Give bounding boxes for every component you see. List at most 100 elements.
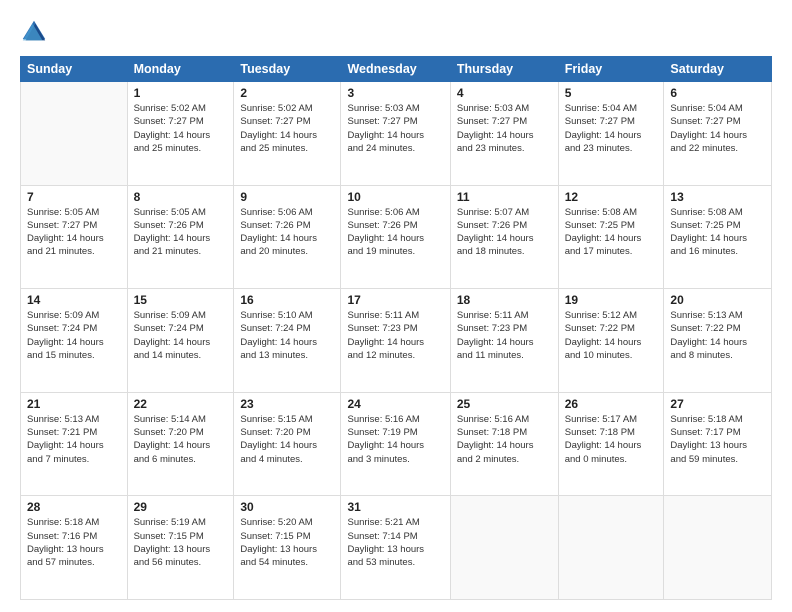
- day-number: 14: [27, 293, 121, 307]
- day-number: 5: [565, 86, 658, 100]
- day-number: 26: [565, 397, 658, 411]
- day-cell: 1Sunrise: 5:02 AM Sunset: 7:27 PM Daylig…: [127, 82, 234, 186]
- day-info: Sunrise: 5:04 AM Sunset: 7:27 PM Dayligh…: [565, 102, 658, 155]
- day-info: Sunrise: 5:21 AM Sunset: 7:14 PM Dayligh…: [347, 516, 443, 569]
- day-cell: 31Sunrise: 5:21 AM Sunset: 7:14 PM Dayli…: [341, 496, 450, 600]
- day-info: Sunrise: 5:02 AM Sunset: 7:27 PM Dayligh…: [240, 102, 334, 155]
- day-cell: 20 Sunrise: 5:13 AM Sunset: 7:22 PM Dayli…: [664, 289, 772, 393]
- day-cell: 18 Sunrise: 5:11 AM Sunset: 7:23 PM Dayli…: [450, 289, 558, 393]
- page: SundayMondayTuesdayWednesdayThursdayFrid…: [0, 0, 792, 612]
- day-cell: 23 Sunrise: 5:15 AM Sunset: 7:20 PM Dayli…: [234, 392, 341, 496]
- day-cell: 30 Sunrise: 5:20 AM Sunset: 7:15 PM Dayli…: [234, 496, 341, 600]
- day-number: 4: [457, 86, 552, 100]
- day-cell: 28 Sunrise: 5:18 AM Sunset: 7:16 PM Dayli…: [21, 496, 128, 600]
- weekday-header-monday: Monday: [127, 57, 234, 82]
- day-number: 30: [240, 500, 334, 514]
- day-cell: 7 Sunrise: 5:05 AM Sunset: 7:27 PM Daylig…: [21, 185, 128, 289]
- day-info: Sunrise: 5:13 AM Sunset: 7:22 PM Dayligh…: [670, 309, 765, 362]
- day-info: Sunrise: 5:14 AM Sunset: 7:20 PM Dayligh…: [134, 413, 228, 466]
- day-info: Sunrise: 5:03 AM Sunset: 7:27 PM Dayligh…: [457, 102, 552, 155]
- day-info: Sunrise: 5:09 AM Sunset: 7:24 PM Dayligh…: [134, 309, 228, 362]
- header: [20, 18, 772, 46]
- day-cell: 26 Sunrise: 5:17 AM Sunset: 7:18 PM Dayli…: [558, 392, 664, 496]
- day-info: Sunrise: 5:20 AM Sunset: 7:15 PM Dayligh…: [240, 516, 334, 569]
- day-number: 7: [27, 190, 121, 204]
- weekday-header-sunday: Sunday: [21, 57, 128, 82]
- day-cell: 3 Sunrise: 5:03 AM Sunset: 7:27 PM Daylig…: [341, 82, 450, 186]
- day-info: Sunrise: 5:06 AM Sunset: 7:26 PM Dayligh…: [347, 206, 443, 259]
- week-row-4: 21Sunrise: 5:13 AM Sunset: 7:21 PM Dayli…: [21, 392, 772, 496]
- day-number: 16: [240, 293, 334, 307]
- day-info: Sunrise: 5:16 AM Sunset: 7:18 PM Dayligh…: [457, 413, 552, 466]
- day-number: 3: [347, 86, 443, 100]
- day-info: Sunrise: 5:11 AM Sunset: 7:23 PM Dayligh…: [347, 309, 443, 362]
- day-info: Sunrise: 5:08 AM Sunset: 7:25 PM Dayligh…: [565, 206, 658, 259]
- day-number: 17: [347, 293, 443, 307]
- weekday-header-thursday: Thursday: [450, 57, 558, 82]
- day-number: 8: [134, 190, 228, 204]
- day-cell: 4 Sunrise: 5:03 AM Sunset: 7:27 PM Daylig…: [450, 82, 558, 186]
- logo-icon: [20, 18, 48, 46]
- day-number: 11: [457, 190, 552, 204]
- day-info: Sunrise: 5:03 AM Sunset: 7:27 PM Dayligh…: [347, 102, 443, 155]
- weekday-header-saturday: Saturday: [664, 57, 772, 82]
- calendar-table: SundayMondayTuesdayWednesdayThursdayFrid…: [20, 56, 772, 600]
- day-cell: 2 Sunrise: 5:02 AM Sunset: 7:27 PM Daylig…: [234, 82, 341, 186]
- day-cell: 22Sunrise: 5:14 AM Sunset: 7:20 PM Dayli…: [127, 392, 234, 496]
- day-cell: 14 Sunrise: 5:09 AM Sunset: 7:24 PM Dayli…: [21, 289, 128, 393]
- day-number: 27: [670, 397, 765, 411]
- day-cell: 10 Sunrise: 5:06 AM Sunset: 7:26 PM Dayli…: [341, 185, 450, 289]
- week-row-2: 7 Sunrise: 5:05 AM Sunset: 7:27 PM Daylig…: [21, 185, 772, 289]
- weekday-header-row: SundayMondayTuesdayWednesdayThursdayFrid…: [21, 57, 772, 82]
- day-cell: 19 Sunrise: 5:12 AM Sunset: 7:22 PM Dayli…: [558, 289, 664, 393]
- day-info: Sunrise: 5:08 AM Sunset: 7:25 PM Dayligh…: [670, 206, 765, 259]
- day-number: 28: [27, 500, 121, 514]
- weekday-header-tuesday: Tuesday: [234, 57, 341, 82]
- day-info: Sunrise: 5:12 AM Sunset: 7:22 PM Dayligh…: [565, 309, 658, 362]
- day-number: 21: [27, 397, 121, 411]
- logo: [20, 18, 52, 46]
- weekday-header-friday: Friday: [558, 57, 664, 82]
- day-number: 2: [240, 86, 334, 100]
- day-cell: [558, 496, 664, 600]
- day-number: 9: [240, 190, 334, 204]
- day-number: 12: [565, 190, 658, 204]
- day-cell: 12 Sunrise: 5:08 AM Sunset: 7:25 PM Dayli…: [558, 185, 664, 289]
- day-number: 25: [457, 397, 552, 411]
- day-info: Sunrise: 5:15 AM Sunset: 7:20 PM Dayligh…: [240, 413, 334, 466]
- day-cell: 16Sunrise: 5:10 AM Sunset: 7:24 PM Dayli…: [234, 289, 341, 393]
- day-cell: 5 Sunrise: 5:04 AM Sunset: 7:27 PM Daylig…: [558, 82, 664, 186]
- day-cell: 13Sunrise: 5:08 AM Sunset: 7:25 PM Dayli…: [664, 185, 772, 289]
- day-info: Sunrise: 5:06 AM Sunset: 7:26 PM Dayligh…: [240, 206, 334, 259]
- day-info: Sunrise: 5:18 AM Sunset: 7:16 PM Dayligh…: [27, 516, 121, 569]
- day-number: 19: [565, 293, 658, 307]
- day-cell: 24 Sunrise: 5:16 AM Sunset: 7:19 PM Dayli…: [341, 392, 450, 496]
- day-info: Sunrise: 5:16 AM Sunset: 7:19 PM Dayligh…: [347, 413, 443, 466]
- day-number: 18: [457, 293, 552, 307]
- day-cell: 27Sunrise: 5:18 AM Sunset: 7:17 PM Dayli…: [664, 392, 772, 496]
- day-number: 10: [347, 190, 443, 204]
- day-info: Sunrise: 5:11 AM Sunset: 7:23 PM Dayligh…: [457, 309, 552, 362]
- day-cell: [450, 496, 558, 600]
- day-info: Sunrise: 5:05 AM Sunset: 7:26 PM Dayligh…: [134, 206, 228, 259]
- day-number: 29: [134, 500, 228, 514]
- day-info: Sunrise: 5:17 AM Sunset: 7:18 PM Dayligh…: [565, 413, 658, 466]
- day-number: 20: [670, 293, 765, 307]
- day-cell: 21Sunrise: 5:13 AM Sunset: 7:21 PM Dayli…: [21, 392, 128, 496]
- day-number: 15: [134, 293, 228, 307]
- day-info: Sunrise: 5:09 AM Sunset: 7:24 PM Dayligh…: [27, 309, 121, 362]
- day-cell: [664, 496, 772, 600]
- day-number: 1: [134, 86, 228, 100]
- day-number: 6: [670, 86, 765, 100]
- day-cell: 11Sunrise: 5:07 AM Sunset: 7:26 PM Dayli…: [450, 185, 558, 289]
- day-info: Sunrise: 5:05 AM Sunset: 7:27 PM Dayligh…: [27, 206, 121, 259]
- week-row-5: 28 Sunrise: 5:18 AM Sunset: 7:16 PM Dayli…: [21, 496, 772, 600]
- day-number: 23: [240, 397, 334, 411]
- day-cell: 29 Sunrise: 5:19 AM Sunset: 7:15 PM Dayli…: [127, 496, 234, 600]
- day-cell: [21, 82, 128, 186]
- day-info: Sunrise: 5:04 AM Sunset: 7:27 PM Dayligh…: [670, 102, 765, 155]
- day-info: Sunrise: 5:19 AM Sunset: 7:15 PM Dayligh…: [134, 516, 228, 569]
- day-number: 24: [347, 397, 443, 411]
- day-cell: 15 Sunrise: 5:09 AM Sunset: 7:24 PM Dayli…: [127, 289, 234, 393]
- day-cell: 17 Sunrise: 5:11 AM Sunset: 7:23 PM Dayli…: [341, 289, 450, 393]
